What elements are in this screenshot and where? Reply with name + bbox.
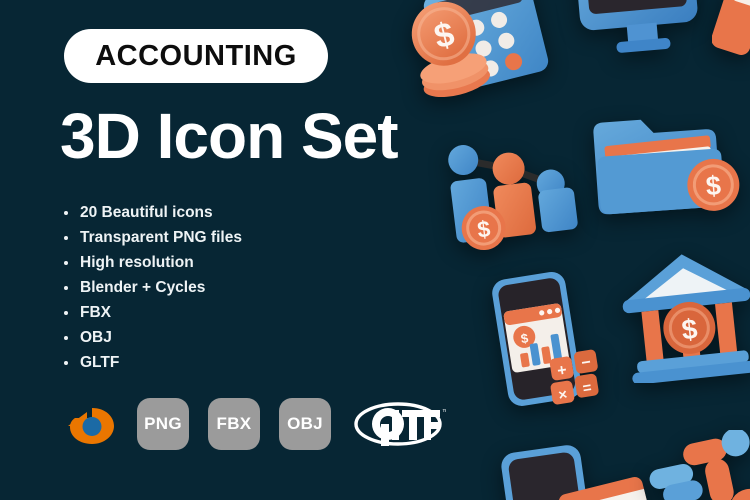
network-nodes-icon: $	[649, 430, 750, 500]
bank-with-coin-icon: $	[622, 254, 750, 383]
list-item: Transparent PNG files	[62, 225, 242, 250]
folder-with-coin-icon: $	[593, 119, 740, 215]
png-badge-label: PNG	[144, 414, 182, 433]
format-badge-row: PNG FBX OBJ ™	[62, 398, 449, 450]
fbx-badge-label: FBX	[216, 414, 252, 433]
bullet-icon	[64, 236, 68, 240]
bullet-icon	[64, 211, 68, 215]
list-item: GLTF	[62, 350, 242, 375]
feature-label: 20 Beautiful icons	[80, 204, 213, 221]
bullet-icon	[64, 336, 68, 340]
feature-list: 20 Beautiful icons Transparent PNG files…	[62, 200, 242, 375]
bullet-icon	[64, 261, 68, 265]
feature-label: Transparent PNG files	[80, 229, 242, 246]
category-badge-label: ACCOUNTING	[95, 39, 297, 72]
obj-badge: OBJ	[279, 398, 331, 450]
feature-label: Blender + Cycles	[80, 279, 206, 296]
category-badge: ACCOUNTING	[64, 29, 328, 83]
fbx-badge: FBX	[208, 398, 260, 450]
blender-logo-icon	[62, 398, 118, 450]
feature-label: High resolution	[80, 254, 194, 271]
poster-canvas: $ $ $ $ + − × = $ ACCOUNTING 3D Icon Set…	[0, 0, 750, 500]
bar-chart-with-coin-icon: $	[448, 145, 578, 251]
list-item: 20 Beautiful icons	[62, 200, 242, 225]
list-item: FBX	[62, 300, 242, 325]
calculator-with-coins-icon: $	[411, 0, 549, 98]
phone-with-credit-card-icon	[501, 445, 653, 500]
list-item: Blender + Cycles	[62, 275, 242, 300]
feature-label: OBJ	[80, 329, 112, 346]
list-item: High resolution	[62, 250, 242, 275]
bullet-icon	[64, 361, 68, 365]
desktop-monitor-icon	[574, 0, 698, 53]
coin-partial-icon	[712, 0, 750, 55]
page-title: 3D Icon Set	[60, 100, 399, 172]
feature-label: FBX	[80, 304, 111, 321]
mobile-analytics-calculator-icon: $ + − × =	[492, 271, 599, 406]
svg-text:™: ™	[442, 409, 446, 416]
gltf-logo-icon: ™	[354, 398, 449, 450]
png-badge: PNG	[137, 398, 189, 450]
list-item: OBJ	[62, 325, 242, 350]
feature-label: GLTF	[80, 354, 120, 371]
obj-badge-label: OBJ	[287, 414, 323, 433]
bullet-icon	[64, 286, 68, 290]
svg-text:$: $	[705, 170, 722, 201]
bullet-icon	[64, 311, 68, 315]
